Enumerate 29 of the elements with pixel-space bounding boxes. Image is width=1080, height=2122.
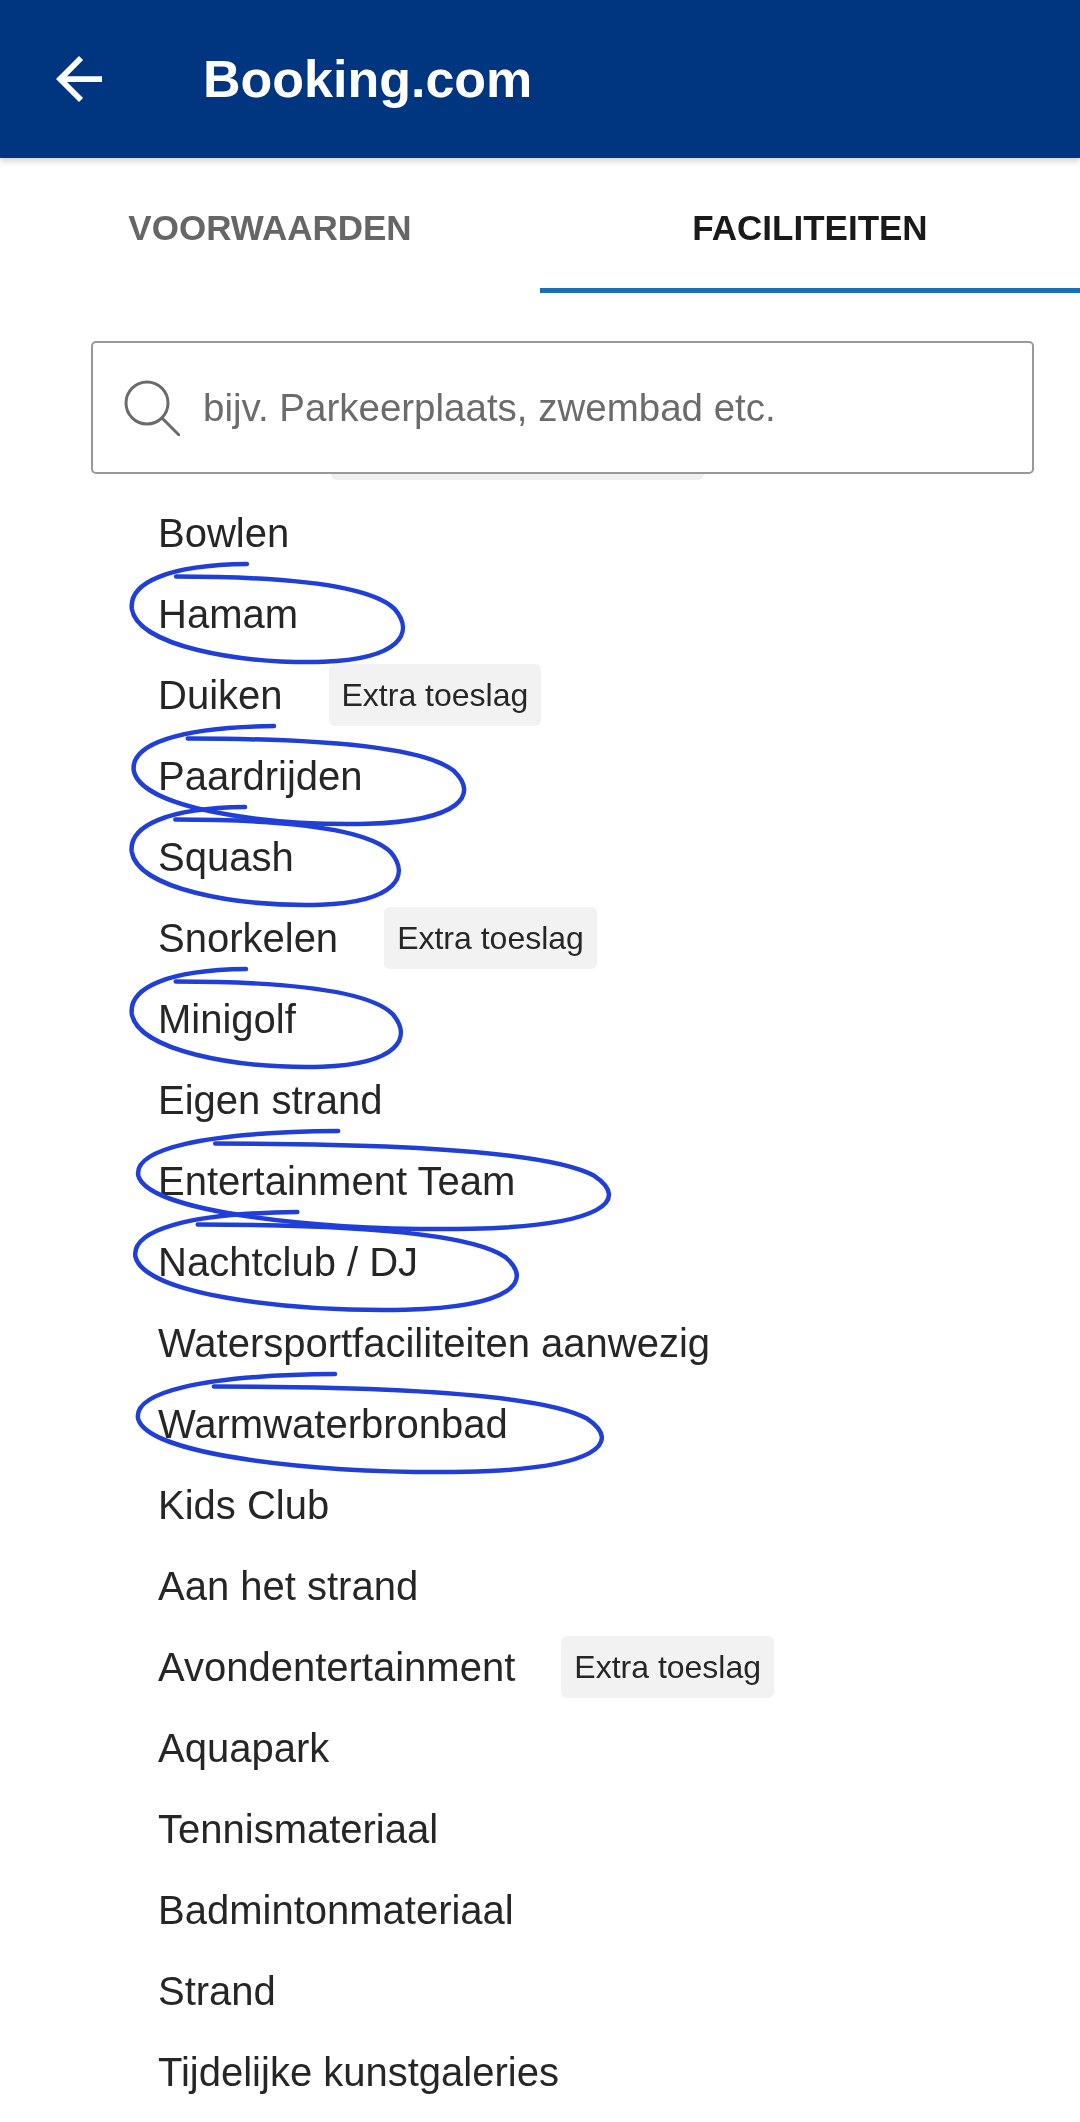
facility-name: Aquapark [158, 1724, 330, 1771]
surcharge-tag: Extra toeslag [384, 906, 597, 969]
facility-name: Entertainment Team [158, 1157, 516, 1204]
facility-name: Snorkelen [158, 914, 339, 961]
tab[interactable]: VOORWAARDEN [0, 158, 540, 293]
back-arrow-icon[interactable] [56, 56, 102, 102]
search-icon [124, 380, 180, 436]
facility-name: Tijdelijke kunstgaleries [158, 2048, 559, 2095]
tab[interactable]: FACILITEITEN [540, 158, 1080, 293]
facility-name: Hamam [158, 590, 299, 637]
facility-name: Tennismateriaal [158, 1805, 439, 1852]
facility-name: Eigen strand [158, 1076, 383, 1123]
facility-name: Duiken [158, 671, 283, 718]
facility-name: Nachtclub / DJ [158, 1238, 419, 1285]
surcharge-tag: Extra toeslag [328, 663, 542, 726]
facility-name: Bowlen [158, 509, 290, 556]
facility-name: Watersportfaciliteiten aanwezig [158, 1319, 711, 1366]
surcharge-tag: Extra toeslag [561, 1635, 775, 1698]
facility-name: Kids Club [158, 1481, 330, 1528]
facility-name: Badmintonmateriaal [158, 1886, 514, 1933]
facility-name: Minigolf [158, 995, 296, 1042]
facility-name: Strand [158, 1967, 276, 2014]
facility-name: Aan het strand [158, 1562, 419, 1609]
facility-name: Avondentertainment [158, 1643, 516, 1690]
app-title: Booking.com [203, 48, 533, 110]
search-field[interactable]: bijv. Parkeerplaats, zwembad etc. [91, 341, 1034, 474]
facility-name: Warmwaterbronbad [158, 1400, 508, 1447]
facility-name: Paardrijden [158, 752, 363, 799]
facility-name: Squash [158, 833, 294, 880]
